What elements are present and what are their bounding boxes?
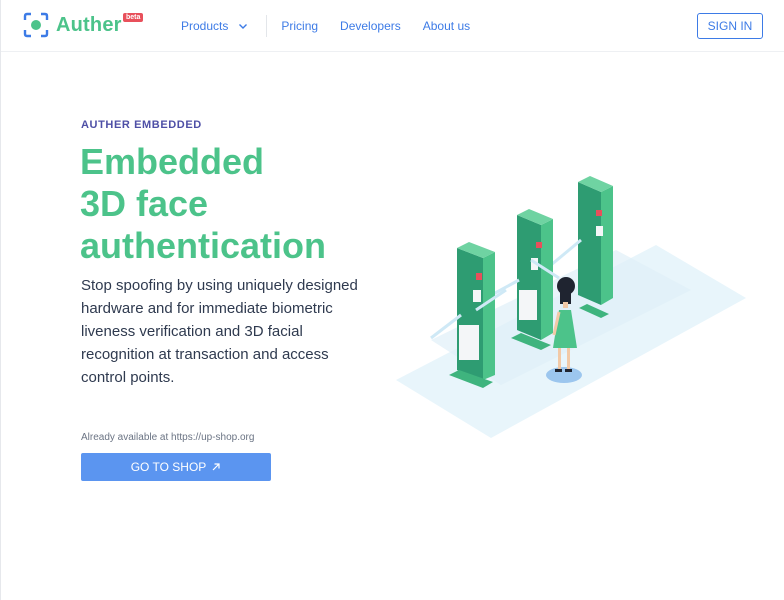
chevron-down-icon [239,24,248,29]
main-nav: Products Pricing Developers About us [181,0,492,52]
arrow-up-right-icon [212,463,220,471]
headline-line-1: Embedded [80,141,265,182]
page: Auther beta Products Pricing Developers … [0,0,784,600]
nav-products[interactable]: Products [181,19,248,33]
nav-developers[interactable]: Developers [340,19,401,33]
nav-divider [266,15,268,37]
nav-about-us[interactable]: About us [423,19,470,33]
brand-logo[interactable]: Auther beta [23,12,144,38]
headline-line-2: 3D face [80,183,209,224]
hero-eyebrow: AUTHER EMBEDDED [81,119,202,131]
auther-logo-icon [23,12,49,38]
nav-products-label: Products [181,19,229,33]
availability-note: Already available at https://up-shop.org [81,432,255,443]
nav-pricing[interactable]: Pricing [281,19,318,33]
go-to-shop-label: GO TO SHOP [130,460,207,474]
headline-line-3: authentication [80,225,327,266]
hero-headline: Embedded 3D face authentication [80,141,400,267]
go-to-shop-button[interactable]: GO TO SHOP [81,453,271,481]
beta-badge: beta [123,13,144,22]
sign-in-button[interactable]: SIGN IN [697,13,763,39]
brand-name: Auther [56,13,122,36]
hero-description: Stop spoofing by using uniquely designed… [81,277,358,386]
face-auth-gates-illustration [396,176,746,438]
top-navbar: Auther beta Products Pricing Developers … [1,0,784,52]
